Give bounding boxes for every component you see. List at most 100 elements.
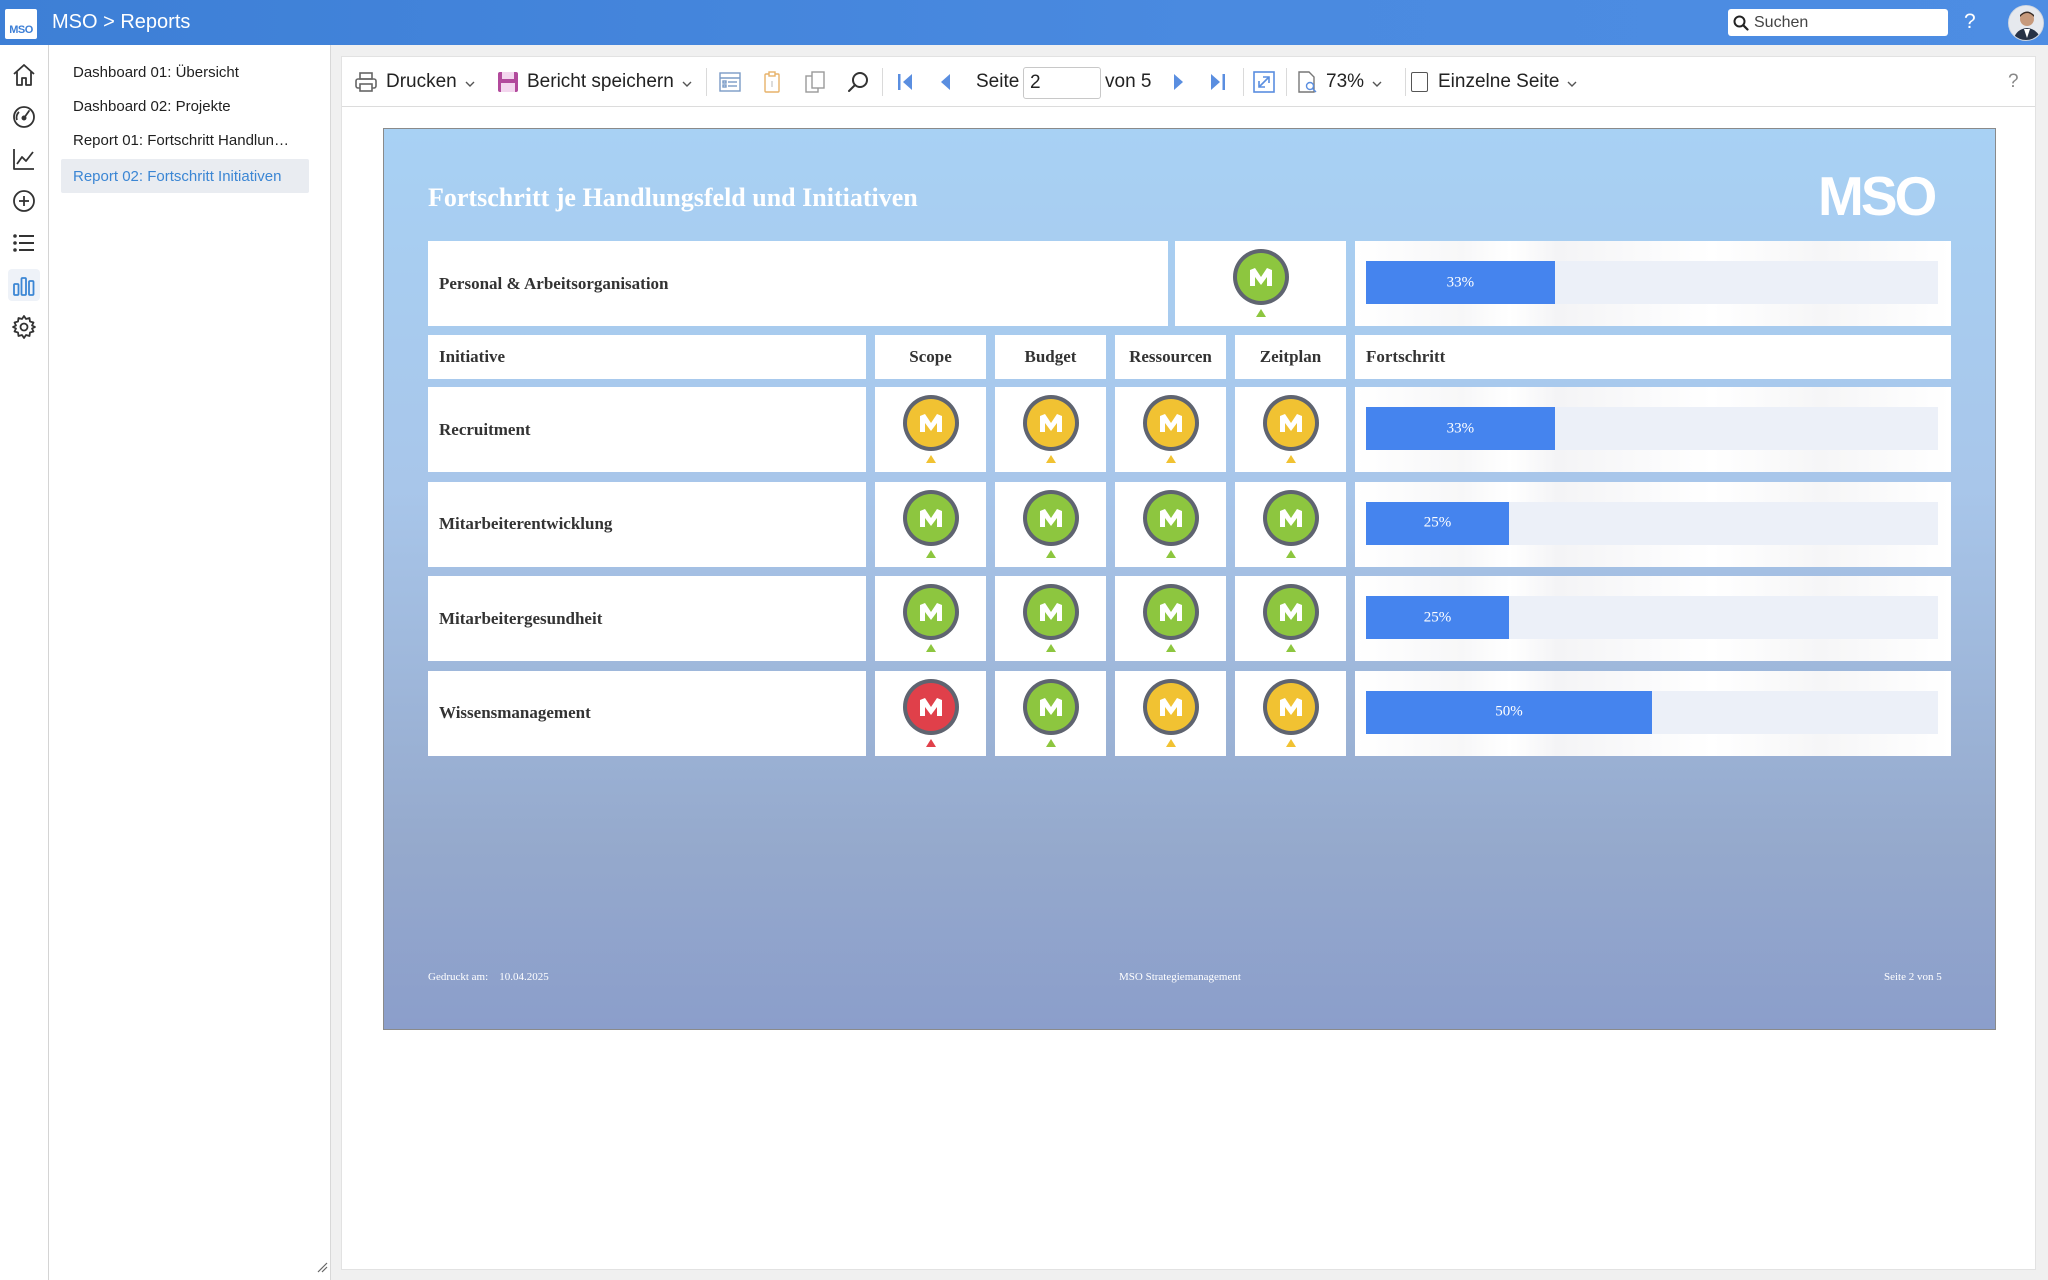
initiative-resources-cell bbox=[1115, 576, 1226, 661]
mso-logo-text: MSO bbox=[1818, 171, 1936, 219]
previous-page-icon bbox=[941, 74, 950, 90]
single-page-toggle[interactable]: Einzelne Seite bbox=[1411, 65, 1577, 99]
first-page-button[interactable] bbox=[895, 65, 915, 99]
toolbar-divider bbox=[882, 68, 883, 96]
search-report-button[interactable] bbox=[846, 65, 870, 99]
scope-status-indicator bbox=[902, 489, 959, 558]
budget-status-indicator bbox=[1022, 584, 1079, 652]
initiative-progress-fill: 50% bbox=[1366, 690, 1652, 734]
initiative-progress-bar: 50% bbox=[1366, 690, 1938, 734]
trend-up-icon bbox=[1285, 549, 1296, 558]
gear-icon[interactable] bbox=[8, 311, 40, 343]
search-box[interactable] bbox=[1728, 9, 1948, 36]
trend-up-icon bbox=[925, 455, 936, 463]
trend-up-icon bbox=[1165, 549, 1176, 558]
trend-up-icon bbox=[1165, 644, 1176, 652]
mso-m-icon bbox=[1039, 414, 1062, 432]
mso-m-icon bbox=[1279, 508, 1302, 527]
previous-page-button[interactable] bbox=[938, 65, 954, 99]
fullscreen-button[interactable] bbox=[1252, 65, 1276, 99]
mso-m-icon bbox=[1159, 508, 1182, 527]
bar-chart-icon[interactable] bbox=[8, 269, 40, 301]
mso-m-icon bbox=[919, 603, 942, 621]
trend-up-icon bbox=[925, 644, 936, 652]
sidebar-item-dashboard-01[interactable]: Dashboard 01: Übersicht bbox=[61, 55, 309, 89]
sidebar-item-report-02[interactable]: Report 02: Fortschritt Initiativen bbox=[61, 159, 309, 193]
last-page-button[interactable] bbox=[1208, 65, 1228, 99]
viewer-help-button[interactable]: ? bbox=[2008, 65, 2019, 99]
header-resources: Ressourcen bbox=[1115, 335, 1226, 379]
initiative-progress-fill: 25% bbox=[1366, 501, 1509, 545]
initiative-budget-cell bbox=[995, 670, 1106, 756]
scope-status-indicator bbox=[902, 395, 959, 463]
initiative-progress-bar: 25% bbox=[1366, 501, 1938, 545]
trend-up-icon bbox=[1045, 455, 1056, 463]
chevron-down-icon bbox=[682, 71, 692, 93]
resources-status-indicator bbox=[1142, 489, 1199, 558]
initiative-progress-cell: 50% bbox=[1355, 670, 1951, 756]
footer-company: MSO Strategiemanagement bbox=[1119, 971, 1241, 983]
document-map-icon bbox=[719, 72, 741, 92]
mso-m-icon bbox=[1159, 603, 1182, 621]
first-page-icon bbox=[898, 74, 912, 90]
list-icon[interactable] bbox=[8, 227, 40, 259]
copy-button[interactable] bbox=[803, 65, 827, 99]
line-chart-icon[interactable] bbox=[8, 143, 40, 175]
initiative-name-cell: Wissensmanagement bbox=[428, 670, 866, 756]
home-icon[interactable] bbox=[8, 59, 40, 91]
initiative-progress-fill: 25% bbox=[1366, 596, 1509, 639]
next-page-icon bbox=[1174, 74, 1183, 90]
trend-up-icon bbox=[1045, 549, 1056, 558]
paste-button[interactable] bbox=[760, 65, 784, 99]
search-icon bbox=[1728, 15, 1754, 31]
document-map-button[interactable] bbox=[718, 65, 742, 99]
last-page-icon bbox=[1211, 74, 1225, 90]
mso-m-icon bbox=[1039, 697, 1062, 716]
schedule-status-indicator bbox=[1262, 678, 1319, 747]
trend-up-icon bbox=[1165, 738, 1176, 747]
chevron-down-icon bbox=[1567, 71, 1577, 93]
initiative-progress-cell: 25% bbox=[1355, 481, 1951, 567]
initiative-name: Mitarbeitergesundheit bbox=[439, 608, 603, 628]
search-input[interactable] bbox=[1754, 13, 1939, 32]
initiative-name: Recruitment bbox=[439, 419, 531, 439]
next-page-button[interactable] bbox=[1170, 65, 1186, 99]
initiative-progress-cell: 25% bbox=[1355, 576, 1951, 661]
resize-grip-icon[interactable] bbox=[316, 1260, 328, 1278]
dashboard-gauge-icon[interactable] bbox=[8, 101, 40, 133]
initiative-progress-label: 25% bbox=[1423, 514, 1452, 531]
mso-m-icon bbox=[919, 697, 942, 716]
help-button[interactable]: ? bbox=[1964, 10, 1976, 34]
initiative-progress-label: 50% bbox=[1495, 703, 1523, 720]
sidebar-item-report-01[interactable]: Report 01: Fortschritt Handlungsfelder bbox=[61, 123, 309, 157]
copy-pages-icon bbox=[805, 71, 825, 93]
field-progress-label: 33% bbox=[1446, 274, 1475, 290]
field-progress-bar: 33% bbox=[1366, 261, 1938, 304]
save-report-button[interactable]: Bericht speichern bbox=[497, 65, 692, 99]
zoom-dropdown[interactable]: 73% bbox=[1296, 65, 1382, 99]
mso-m-icon bbox=[1159, 414, 1182, 432]
initiative-name-cell: Mitarbeiterentwicklung bbox=[428, 481, 866, 567]
budget-status-indicator bbox=[1022, 489, 1079, 558]
user-avatar[interactable] bbox=[2008, 5, 2044, 41]
sidebar-item-dashboard-02[interactable]: Dashboard 02: Projekte bbox=[61, 89, 309, 123]
zoom-page-icon bbox=[1298, 71, 1317, 93]
initiative-resources-cell bbox=[1115, 481, 1226, 567]
add-circle-icon[interactable] bbox=[8, 185, 40, 217]
field-status-cell bbox=[1175, 241, 1346, 326]
print-button[interactable]: Drucken bbox=[354, 65, 475, 99]
clipboard-icon bbox=[764, 71, 780, 93]
trend-up-icon bbox=[1165, 455, 1176, 463]
page-number-input[interactable] bbox=[1023, 67, 1101, 99]
footer-printed: Gedruckt am: 10.04.2025 bbox=[428, 971, 549, 983]
mso-m-icon bbox=[919, 508, 942, 527]
initiative-budget-cell bbox=[995, 481, 1106, 567]
toolbar-divider bbox=[706, 68, 707, 96]
app-logo[interactable]: MSO bbox=[5, 9, 37, 39]
footer-page-number: Seite 2 von 5 bbox=[1884, 971, 1942, 983]
fullscreen-icon bbox=[1253, 71, 1275, 93]
mso-m-icon bbox=[1039, 603, 1062, 621]
single-page-checkbox[interactable] bbox=[1411, 72, 1428, 92]
initiative-scope-cell bbox=[875, 576, 986, 661]
scope-status-indicator bbox=[902, 678, 959, 747]
